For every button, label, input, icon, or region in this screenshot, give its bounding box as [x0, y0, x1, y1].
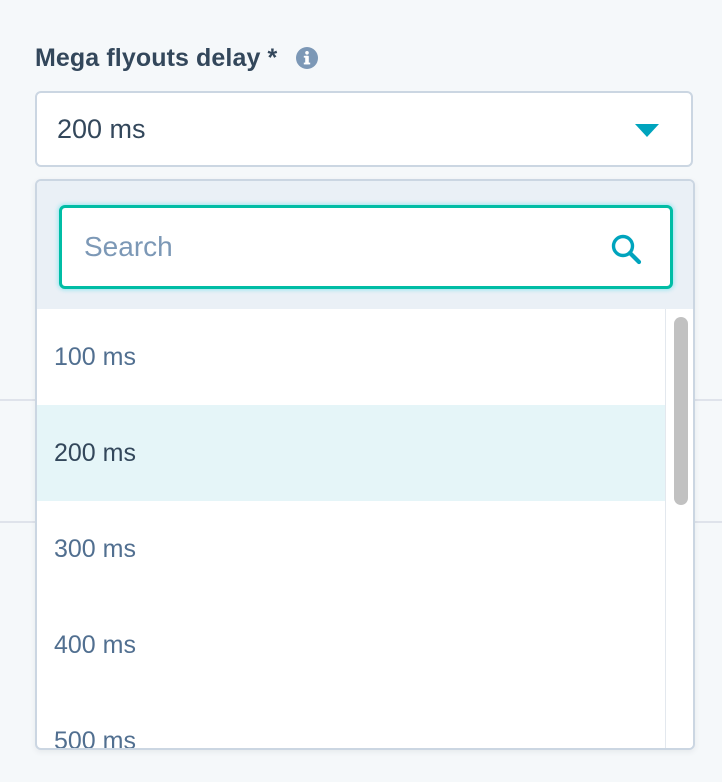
- info-icon[interactable]: [295, 46, 319, 70]
- search-box[interactable]: [59, 205, 673, 289]
- caret-down-icon: [635, 124, 659, 138]
- option-500-ms[interactable]: 500 ms: [37, 693, 665, 749]
- option-400-ms[interactable]: 400 ms: [37, 597, 665, 693]
- dropdown-menu: 100 ms 200 ms 300 ms 400 ms 500 ms: [35, 179, 695, 750]
- search-input[interactable]: [82, 216, 586, 278]
- page: Mega flyouts delay * 200 ms Search 100 m…: [0, 0, 722, 782]
- search-area: [37, 181, 693, 309]
- field-label: Mega flyouts delay *: [35, 43, 278, 72]
- option-200-ms[interactable]: 200 ms: [37, 405, 665, 501]
- option-100-ms[interactable]: 100 ms: [37, 309, 665, 405]
- delay-select[interactable]: 200 ms: [35, 91, 693, 167]
- scrollbar-track[interactable]: [665, 309, 693, 748]
- options-list: 100 ms 200 ms 300 ms 400 ms 500 ms: [37, 309, 665, 749]
- search-icon[interactable]: [610, 233, 642, 265]
- selected-value: 200 ms: [57, 113, 146, 144]
- scrollbar-thumb[interactable]: [674, 317, 688, 505]
- option-300-ms[interactable]: 300 ms: [37, 501, 665, 597]
- field-label-row: Mega flyouts delay *: [35, 38, 319, 78]
